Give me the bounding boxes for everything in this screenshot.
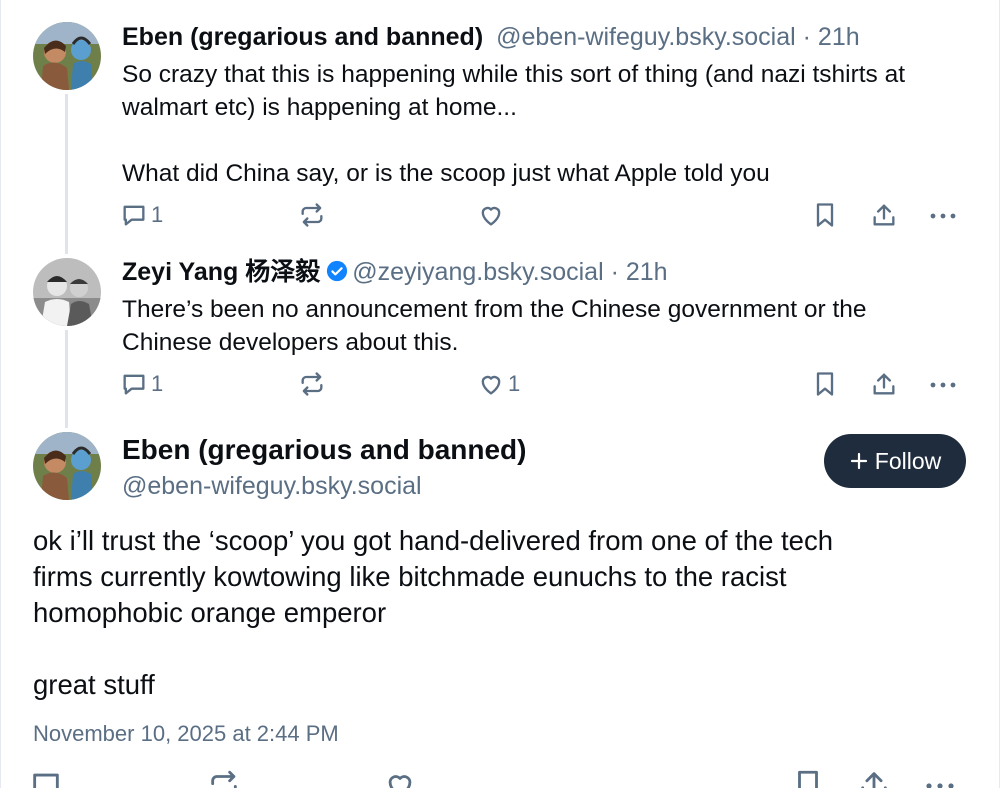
repost-button[interactable] [298,199,329,231]
share-icon[interactable] [857,768,891,788]
like-button[interactable]: 1 [477,368,520,400]
post-header: Zeyi Yang 杨泽毅 @zeyiyang.bsky.social · 21h [122,260,668,285]
post-text-line [122,124,905,157]
post-text-line: great stuff [33,669,155,700]
like-count: 1 [508,371,521,396]
thread-view: Eben (gregarious and banned) @eben-wifeg… [0,0,1000,788]
thread-connector [65,94,68,254]
share-button[interactable] [870,368,898,400]
more-icon [930,382,956,388]
avatar[interactable] [33,258,101,326]
avatar[interactable] [33,432,101,500]
share-icon [873,373,895,395]
reply-button[interactable]: 1 [120,199,163,231]
more-options-button[interactable] [928,199,958,231]
post-text-line: What did China say, or is the scoop just… [122,160,770,187]
separator: · [603,258,626,286]
share-icon [873,204,895,226]
more-options-button[interactable] [928,368,958,400]
post-text-line: ok i’ll trust the ‘scoop’ you got hand-d… [33,525,833,556]
post-text-line: walmart etc) is happening at home... [122,94,517,121]
author-handle[interactable]: @eben-wifeguy.bsky.social [496,23,796,51]
repost-button[interactable] [298,368,329,400]
repost-icon [301,203,323,227]
author-handle[interactable]: @zeyiyang.bsky.social [352,258,603,286]
post-text-line: firms currently kowtowing like bitchmade… [33,561,787,592]
post-time[interactable]: 21h [818,23,860,51]
plus-icon [850,452,867,470]
follow-label: Follow [874,447,942,474]
reply-icon[interactable] [29,768,63,788]
reply-count: 1 [151,202,164,227]
author-handle[interactable]: @eben-wifeguy.bsky.social [122,474,422,499]
post-text-line: So crazy that this is happening while th… [122,61,906,88]
heart-icon [481,375,501,395]
follow-button[interactable]: Follow [824,434,966,488]
author-name[interactable]: Eben (gregarious and banned) [122,23,483,51]
reply-button[interactable]: 1 [120,368,163,400]
post-text-line: homophobic orange emperor [33,597,387,628]
share-button[interactable] [870,199,898,231]
like-button[interactable] [477,199,508,231]
bookmark-button[interactable] [811,199,839,231]
bookmark-icon [816,372,834,396]
avatar[interactable] [33,22,101,90]
reply-count: 1 [151,371,164,396]
more-icon [930,213,956,219]
author-name[interactable]: Eben (gregarious and banned) [122,436,526,464]
repost-icon [301,372,323,396]
post-body: ok i’ll trust the ‘scoop’ you got hand-d… [33,523,833,703]
post-text-line: There’s been no announcement from the Ch… [122,296,867,323]
reply-icon [123,205,145,226]
bookmark-icon [816,203,834,227]
post-body: There’s been no announcement from the Ch… [122,293,867,359]
post-timestamp[interactable]: November 10, 2025 at 2:44 PM [33,721,339,747]
post-text-line [33,631,833,667]
repost-icon[interactable] [207,768,241,788]
more-icon[interactable] [923,768,957,788]
post-text-line: Chinese developers about this. [122,329,459,356]
post-body: So crazy that this is happening while th… [122,58,905,190]
heart-icon[interactable] [383,768,417,788]
bookmark-button[interactable] [811,368,839,400]
author-name[interactable]: Zeyi Yang 杨泽毅 [122,258,320,286]
verified-badge-icon [327,260,348,282]
reply-icon [123,374,145,395]
separator: · [795,23,818,51]
thread-connector [65,330,68,428]
heart-icon [481,206,501,226]
bookmark-icon[interactable] [791,768,825,788]
post-header: Eben (gregarious and banned) @eben-wifeg… [122,25,860,50]
post-time[interactable]: 21h [626,258,668,286]
post-actions [29,768,969,788]
post-actions: 1 [120,199,970,231]
post-actions: 1 1 [120,368,970,400]
